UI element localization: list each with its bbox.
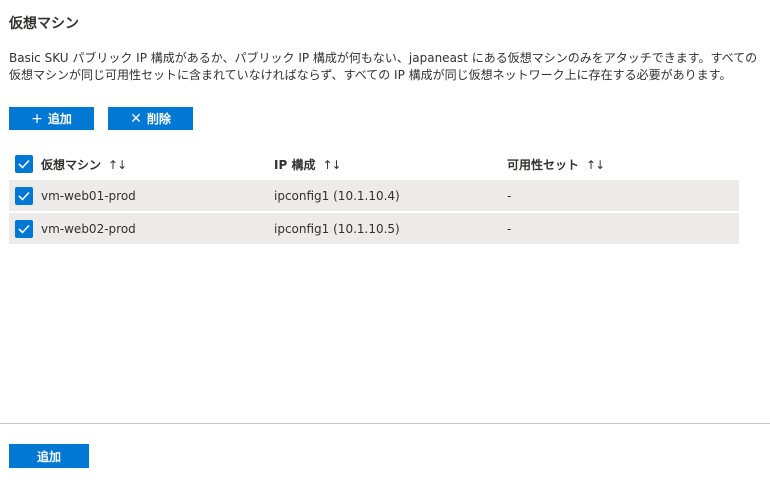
select-all-cell [9,155,41,173]
row-checkbox[interactable] [15,186,33,205]
close-icon: ✕ [130,110,142,127]
checkmark-icon [18,224,30,234]
cell-availability-set: - [507,188,512,203]
column-header-ip-label: IP 構成 [274,157,316,172]
plus-icon: + [31,110,43,127]
column-header-vm[interactable]: 仮想マシン ↑↓ [41,156,274,173]
column-header-ip[interactable]: IP 構成 ↑↓ [274,156,507,173]
checkmark-icon [18,191,30,201]
table-row[interactable]: vm-web01-prod ipconfig1 (10.1.10.4) - [9,180,739,213]
select-all-checkbox[interactable] [15,155,33,173]
column-header-availability-label: 可用性セット [507,157,580,172]
footer-divider [0,423,770,424]
checkmark-icon [18,159,30,169]
section-title: 仮想マシン [9,16,79,32]
vm-table: 仮想マシン ↑↓ IP 構成 ↑↓ 可用性セット ↑↓ vm-web01-prod i… [9,148,739,246]
footer-add-button-label: 追加 [36,449,61,464]
delete-button-label: 削除 [146,112,171,126]
section-description: Basic SKU パブリック IP 構成があるか、パブリック IP 構成が何も… [9,51,758,82]
row-checkbox[interactable] [15,219,33,238]
footer-add-button[interactable]: 追加 [9,444,89,468]
cell-vm-name: vm-web01-prod [41,188,136,203]
delete-button[interactable]: ✕ 削除 [108,107,193,130]
cell-ip-config: ipconfig1 (10.1.10.4) [274,188,400,203]
sort-icon[interactable]: ↑↓ [586,158,605,172]
sort-icon[interactable]: ↑↓ [322,158,341,172]
attach-vm-panel: 仮想マシン Basic SKU パブリック IP 構成があるか、パブリック IP… [0,0,770,486]
row-checkbox-cell [9,219,41,238]
sort-icon[interactable]: ↑↓ [108,158,127,172]
cell-ip-config: ipconfig1 (10.1.10.5) [274,221,400,236]
table-row[interactable]: vm-web02-prod ipconfig1 (10.1.10.5) - [9,213,739,246]
row-checkbox-cell [9,186,41,205]
add-button-label: 追加 [47,112,72,126]
add-button[interactable]: + 追加 [9,107,94,130]
cell-availability-set: - [507,221,512,236]
cell-vm-name: vm-web02-prod [41,221,136,236]
table-header: 仮想マシン ↑↓ IP 構成 ↑↓ 可用性セット ↑↓ [9,148,739,180]
column-header-vm-label: 仮想マシン [41,157,102,172]
column-header-availability[interactable]: 可用性セット ↑↓ [507,156,739,173]
